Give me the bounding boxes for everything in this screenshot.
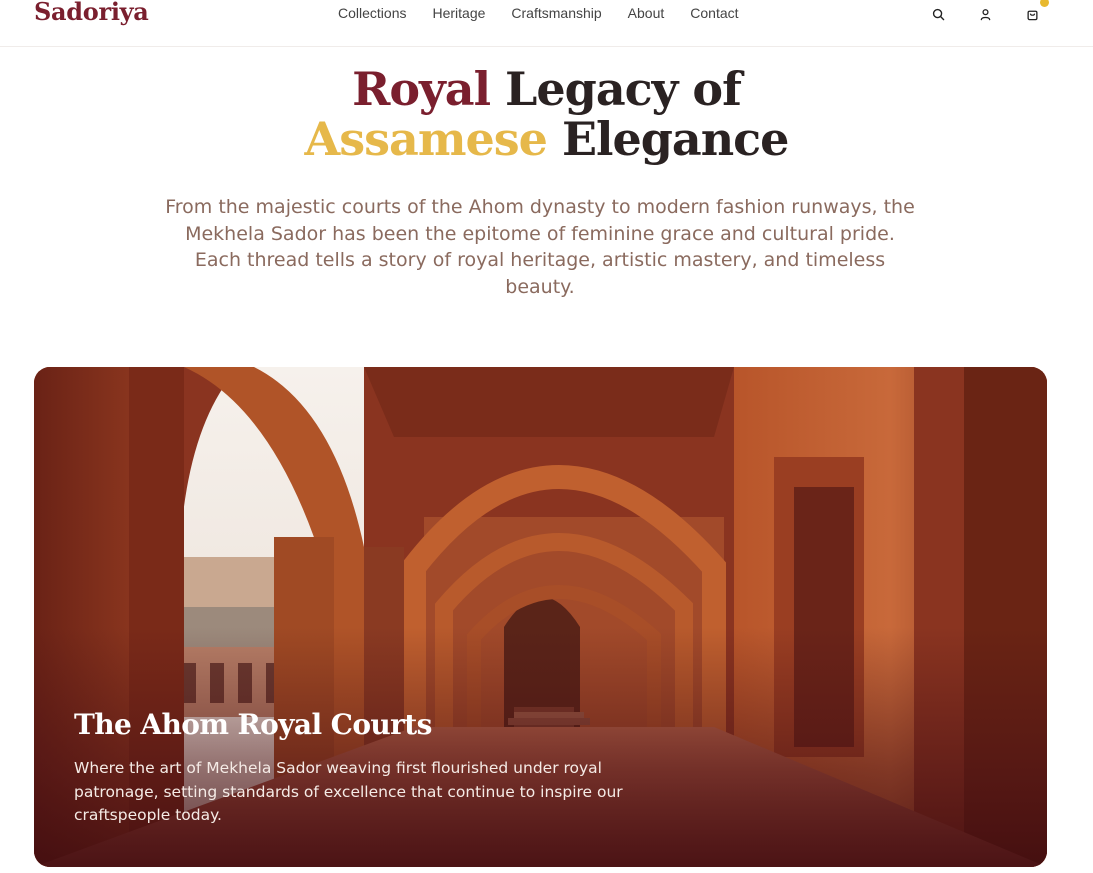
cart-badge [1040,0,1049,7]
brand-logo[interactable]: Sadoriya [34,0,149,26]
card-overlay [34,627,1047,867]
shopping-bag-icon[interactable] [1024,0,1049,22]
nav-link-contact[interactable]: Contact [690,5,738,21]
nav-link-collections[interactable]: Collections [338,5,406,21]
ahom-royal-courts-card: The Ahom Royal Courts Where the art of M… [34,367,1047,867]
nav-link-craftsmanship[interactable]: Craftsmanship [511,5,601,21]
search-icon[interactable] [930,6,946,22]
nav-links: Collections Heritage Craftsmanship About… [338,5,765,21]
hero-title: Royal Legacy of Assamese Elegance [0,64,1093,164]
hero-title-royal: Royal [352,62,491,116]
card-description: Where the art of Mekhela Sador weaving f… [74,759,623,824]
hero-title-assamese: Assamese [304,112,548,166]
top-navigation: Sadoriya Collections Heritage Craftsmans… [0,0,1093,47]
nav-icons [899,0,1049,22]
card-title: The Ahom Royal Courts [74,708,432,741]
nav-link-about[interactable]: About [628,5,665,21]
hero-title-elegance: Elegance [546,112,790,166]
nav-link-heritage[interactable]: Heritage [432,5,485,21]
user-icon[interactable] [977,6,993,22]
hero-subtitle: From the majestic courts of the Ahom dyn… [165,196,915,298]
hero-title-legacy: Legacy of [490,62,742,116]
